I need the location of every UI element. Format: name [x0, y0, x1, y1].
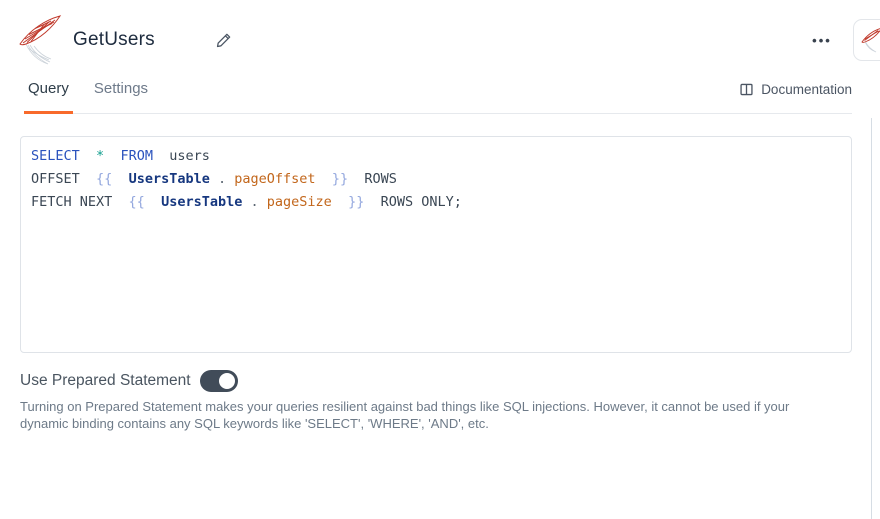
code-line: SELECT * FROM users: [31, 145, 841, 168]
code-token: pageSize: [267, 194, 332, 210]
code-token: {{: [96, 171, 120, 187]
toggle-knob: [217, 371, 237, 391]
code-token: users: [169, 148, 210, 164]
code-token: UsersTable: [129, 171, 210, 187]
documentation-link[interactable]: Documentation: [739, 82, 852, 97]
code-token: UsersTable: [161, 194, 242, 210]
sql-server-mini-logo-icon: [861, 27, 880, 53]
more-actions-button[interactable]: •••: [806, 26, 838, 54]
code-token: SELECT: [31, 148, 88, 164]
open-book-icon: [739, 82, 754, 97]
code-token: {{: [129, 194, 153, 210]
documentation-label: Documentation: [761, 82, 852, 97]
tab-query[interactable]: Query: [24, 75, 73, 113]
code-token: OFFSET: [31, 171, 88, 187]
query-editor-page: GetUsers ••• Query Sett: [0, 0, 880, 519]
code-token: *: [96, 148, 112, 164]
tab-bar: Query Settings Documentation: [24, 75, 852, 114]
page-title: GetUsers: [73, 29, 155, 51]
prepared-statement-row: Use Prepared Statement: [20, 370, 238, 392]
prepared-statement-toggle[interactable]: [200, 370, 238, 392]
pencil-icon: [215, 32, 232, 49]
sql-code-editor[interactable]: SELECT * FROM users OFFSET {{ UsersTable…: [20, 136, 852, 353]
code-token: FROM: [120, 148, 161, 164]
code-token: }}: [340, 194, 364, 210]
code-token: ROWS: [356, 171, 397, 187]
datasource-card[interactable]: [853, 19, 880, 61]
more-dots-icon: •••: [812, 33, 832, 48]
code-token: pageOffset: [234, 171, 315, 187]
code-token: }}: [324, 171, 348, 187]
prepared-statement-help-text: Turning on Prepared Statement makes your…: [20, 399, 822, 432]
code-token: .: [218, 171, 226, 187]
edit-name-button[interactable]: [211, 28, 235, 52]
sql-server-logo-icon: [18, 14, 62, 66]
code-line: FETCH NEXT {{ UsersTable . pageSize }} R…: [31, 191, 841, 214]
right-pane-divider[interactable]: [871, 118, 872, 519]
code-line: OFFSET {{ UsersTable . pageOffset }} ROW…: [31, 168, 841, 191]
code-token: ROWS ONLY;: [372, 194, 461, 210]
prepared-statement-label: Use Prepared Statement: [20, 372, 191, 390]
code-token: .: [251, 194, 259, 210]
tab-settings[interactable]: Settings: [90, 75, 152, 113]
code-token: FETCH NEXT: [31, 194, 120, 210]
